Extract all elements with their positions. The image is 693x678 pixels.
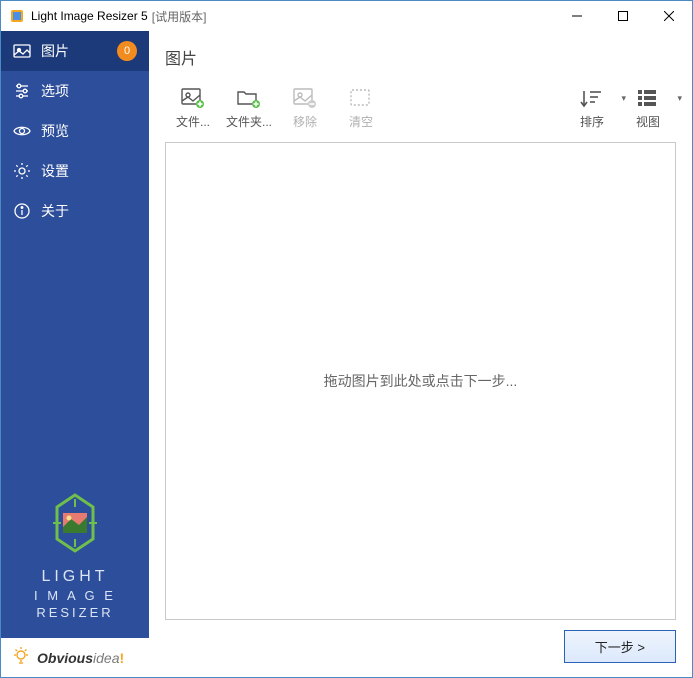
sidebar-item-settings[interactable]: 设置 — [1, 151, 149, 191]
view-list-icon — [635, 87, 661, 109]
sidebar-item-about[interactable]: 关于 — [1, 191, 149, 231]
tool-label: 排序 — [580, 113, 604, 130]
sidebar-item-label: 关于 — [41, 201, 69, 221]
lightbulb-icon — [11, 646, 31, 669]
sidebar-item-label: 选项 — [41, 81, 69, 101]
app-edition: [试用版本] — [152, 8, 207, 25]
sidebar-item-options[interactable]: 选项 — [1, 71, 149, 111]
tool-label: 视图 — [636, 113, 660, 130]
folder-add-icon — [236, 87, 262, 109]
company-brand[interactable]: Obviousidea! — [1, 638, 149, 677]
sidebar-item-label: 图片 — [41, 41, 69, 61]
close-button[interactable] — [646, 1, 692, 31]
app-title: Light Image Resizer 5 — [31, 9, 148, 23]
add-files-button[interactable]: 文件... — [165, 85, 221, 132]
image-icon — [13, 42, 31, 60]
file-add-icon — [180, 87, 206, 109]
clear-button[interactable]: 清空 — [333, 85, 389, 132]
minimize-button[interactable] — [554, 1, 600, 31]
sidebar-item-label: 预览 — [41, 121, 69, 141]
add-folder-button[interactable]: 文件夹... — [221, 85, 277, 132]
info-icon — [13, 202, 31, 220]
sidebar-item-images[interactable]: 图片 0 — [1, 31, 149, 71]
view-button[interactable]: 视图 ▾ — [620, 85, 676, 132]
tool-label: 文件夹... — [226, 113, 272, 130]
next-button[interactable]: 下一步 > — [564, 630, 676, 663]
image-drop-area[interactable]: 拖动图片到此处或点击下一步... — [165, 142, 676, 620]
product-logo-icon — [45, 493, 105, 553]
tool-label: 清空 — [349, 113, 373, 130]
eye-icon — [13, 122, 31, 140]
app-icon — [9, 8, 25, 24]
sort-button[interactable]: 排序 ▾ — [564, 85, 620, 132]
gear-icon — [13, 162, 31, 180]
sidebar-item-label: 设置 — [41, 161, 69, 181]
main-panel: 图片 文件... 文件夹... 移除 清空 — [149, 31, 692, 677]
titlebar: Light Image Resizer 5 [试用版本] — [1, 1, 692, 31]
remove-button[interactable]: 移除 — [277, 85, 333, 132]
sliders-icon — [13, 82, 31, 100]
clear-icon — [348, 87, 374, 109]
image-count-badge: 0 — [117, 41, 137, 61]
maximize-button[interactable] — [600, 1, 646, 31]
product-logo-area: LIGHT I M A G E RESIZER — [1, 477, 149, 638]
product-name-text: LIGHT I M A G E RESIZER — [17, 567, 133, 622]
file-remove-icon — [292, 87, 318, 109]
sidebar: 图片 0 选项 预览 设置 关于 — [1, 31, 149, 677]
main-heading: 图片 — [165, 45, 676, 69]
drop-hint-text: 拖动图片到此处或点击下一步... — [324, 371, 518, 391]
tool-label: 移除 — [293, 113, 317, 130]
tool-label: 文件... — [176, 113, 210, 130]
sort-icon — [579, 87, 605, 109]
sidebar-item-preview[interactable]: 预览 — [1, 111, 149, 151]
toolbar: 文件... 文件夹... 移除 清空 排序 — [165, 79, 676, 140]
chevron-down-icon: ▾ — [677, 93, 682, 104]
